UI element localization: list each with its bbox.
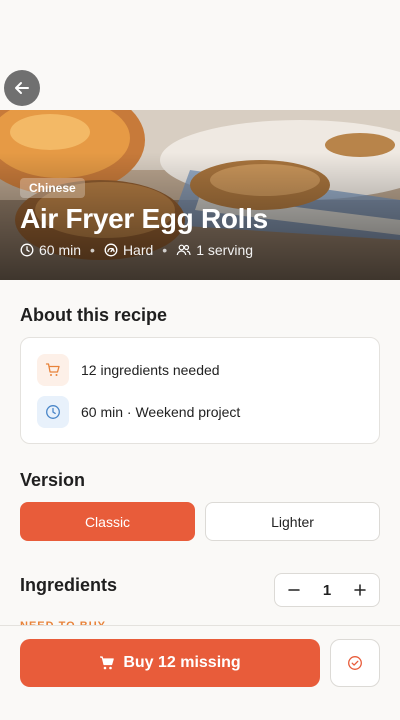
servings-count: 1 (322, 581, 332, 599)
mark-done-button[interactable] (330, 639, 380, 687)
gauge-icon (104, 243, 118, 257)
ingredients-needed-text: 12 ingredients needed (81, 362, 220, 378)
minus-icon[interactable] (287, 583, 301, 597)
version-classic-button[interactable]: Classic (20, 502, 195, 541)
about-heading: About this recipe (20, 305, 168, 325)
buy-missing-label: Buy 12 missing (123, 654, 241, 671)
back-button[interactable] (4, 70, 40, 106)
about-card: 12 ingredients needed 60 min · Weekend p… (20, 337, 380, 444)
check-circle-icon (348, 656, 362, 670)
meta-separator: • (162, 242, 168, 258)
clock-icon-box (37, 396, 69, 428)
clock-icon (20, 243, 34, 257)
arrow-left-icon (15, 82, 29, 94)
version-lighter-button[interactable]: Lighter (205, 502, 380, 541)
meta-separator: • (90, 242, 95, 258)
time-note-text: 60 min · Weekend project (81, 404, 241, 420)
meta-time: 60 min (39, 242, 82, 258)
cuisine-badge: Chinese (20, 178, 85, 198)
ingredients-needed-row: 12 ingredients needed (37, 354, 220, 386)
bottom-action-bar: Buy 12 missing (0, 625, 400, 720)
buy-missing-button[interactable]: Buy 12 missing (20, 639, 320, 687)
cart-icon (100, 656, 115, 670)
time-row: 60 min · Weekend project (37, 396, 240, 428)
meta-servings: 1 serving (196, 242, 254, 258)
cart-icon-box (37, 354, 69, 386)
cart-icon (45, 363, 60, 376)
hero-image: Chinese Air Fryer Egg Rolls 60 min • Har… (0, 110, 400, 280)
clock-icon (46, 405, 60, 419)
recipe-title: Air Fryer Egg Rolls (20, 203, 268, 234)
servings-stepper: 1 (274, 573, 380, 607)
ingredients-heading: Ingredients (20, 575, 118, 595)
meta-difficulty: Hard (122, 242, 154, 258)
plus-icon[interactable] (353, 583, 367, 597)
recipe-meta: 60 min • Hard • 1 serving (20, 242, 253, 258)
version-heading: Version (20, 470, 86, 490)
users-icon (176, 244, 191, 256)
